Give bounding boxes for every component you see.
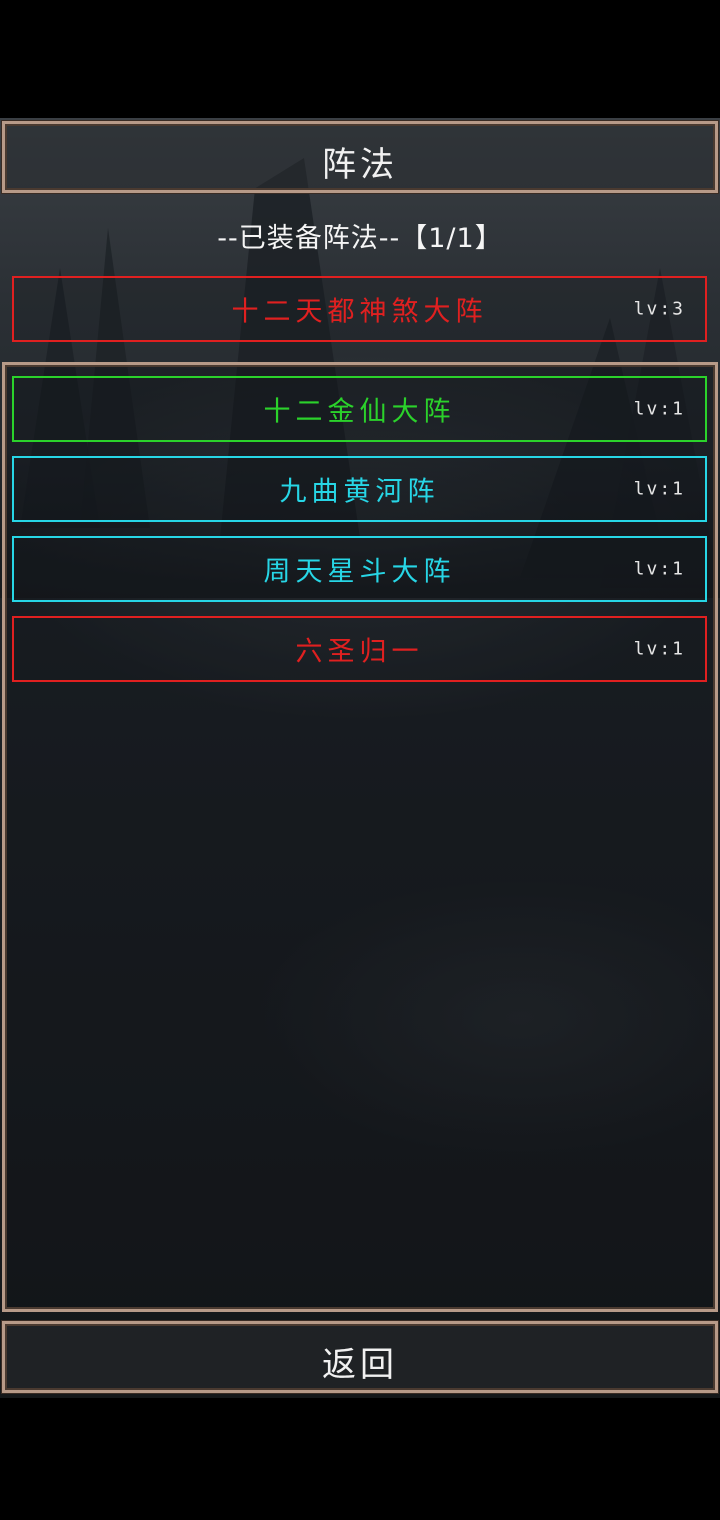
page-title: 阵法	[322, 145, 398, 185]
formation-name: 九曲黄河阵	[279, 476, 440, 508]
formation-name: 十二天都神煞大阵	[231, 296, 488, 328]
formation-row[interactable]: 九曲黄河阵 lv:1	[12, 456, 707, 522]
formation-name: 十二金仙大阵	[263, 396, 456, 428]
equipped-section-label: --已装备阵法--【1/1】	[217, 223, 503, 254]
back-button[interactable]: 返回	[2, 1321, 718, 1393]
formation-level: lv:1	[633, 478, 685, 500]
title-bar: 阵法	[2, 121, 718, 193]
formation-name: 六圣归一	[295, 636, 424, 668]
formation-row[interactable]: 周天星斗大阵 lv:1	[12, 536, 707, 602]
back-button-label: 返回	[322, 1345, 398, 1385]
formation-level: lv:1	[633, 558, 685, 580]
equipped-formation-row[interactable]: 十二天都神煞大阵 lv:3	[12, 276, 707, 342]
formation-level: lv:1	[633, 638, 685, 660]
formation-level: lv:1	[633, 398, 685, 420]
formation-row[interactable]: 六圣归一 lv:1	[12, 616, 707, 682]
formation-row[interactable]: 十二金仙大阵 lv:1	[12, 376, 707, 442]
formation-level: lv:3	[633, 298, 685, 320]
formation-name: 周天星斗大阵	[263, 556, 456, 588]
